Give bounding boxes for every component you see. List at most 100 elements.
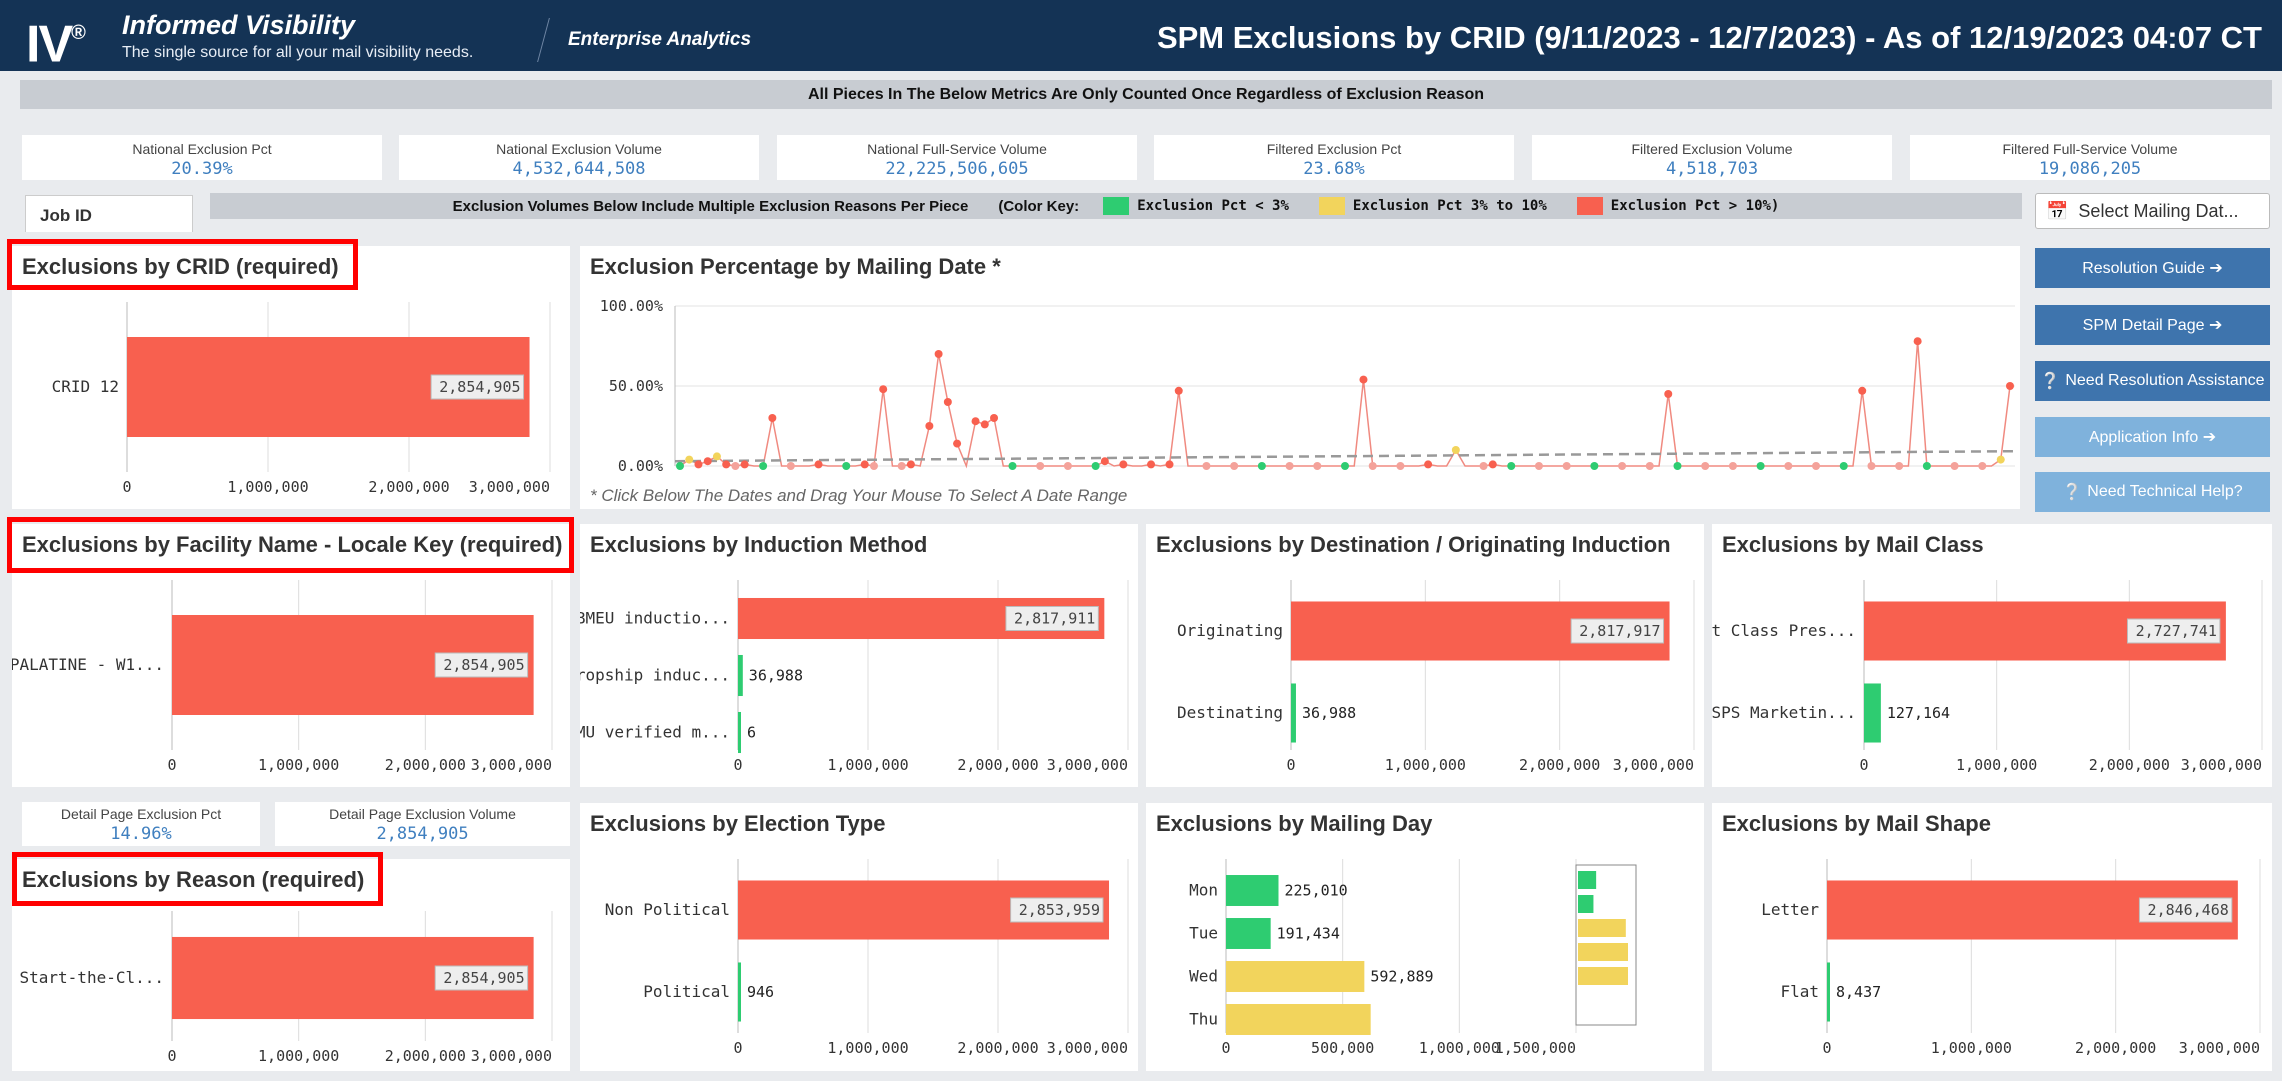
data-point — [740, 460, 749, 469]
category-label: Letter — [1761, 900, 1819, 919]
data-point — [1534, 462, 1543, 470]
series-line — [679, 341, 2011, 469]
overview-bar — [1578, 967, 1628, 985]
x-tick-label: 3,000,000 — [471, 1047, 552, 1065]
data-point — [2006, 382, 2014, 390]
brand-tagline: The single source for all your mail visi… — [122, 44, 474, 61]
x-tick-label: 2,000,000 — [957, 756, 1038, 774]
annotation-highlight — [7, 239, 358, 290]
header-divider — [537, 18, 550, 62]
data-point — [786, 462, 795, 470]
data-point — [1839, 462, 1848, 470]
kpi-filtered-full-service-volume: Filtered Full-Service Volume 19,086,205 — [1910, 135, 2270, 180]
mailing-day-chart[interactable]: 0 500,000 1,000,0001,500,000 Mon 225,010 Tue 1… — [1146, 849, 1704, 1071]
data-label: 2,817,911 — [1014, 610, 1095, 628]
data-point — [1479, 462, 1488, 470]
data-point — [1174, 386, 1183, 395]
data-point — [1590, 462, 1599, 470]
bar — [1864, 683, 1881, 743]
kpi-filtered-exclusion-pct: Filtered Exclusion Pct 23.68% — [1154, 135, 1514, 180]
category-label: Destinating — [1177, 703, 1283, 722]
bar — [1226, 1004, 1371, 1035]
y-tick-label: 50.00% — [609, 377, 663, 395]
data-label: 6 — [747, 724, 756, 742]
data-point — [860, 460, 869, 469]
category-label: Flat — [1780, 982, 1819, 1001]
kpi-filtered-exclusion-volume: Filtered Exclusion Volume 4,518,703 — [1532, 135, 1892, 180]
overview-bar — [1578, 919, 1626, 937]
category-label: Dropship induc... — [580, 666, 730, 685]
data-point — [731, 462, 740, 470]
data-point — [712, 452, 721, 461]
x-tick-label: 0 — [733, 1039, 742, 1057]
calendar-icon: 📅 — [2046, 200, 2069, 221]
destination-chart[interactable]: 0 1,000,000 2,000,000 3,000,000 Originating 2… — [1146, 570, 1704, 787]
x-tick-label: 1,000,000 — [1385, 756, 1466, 774]
data-label: 946 — [747, 983, 774, 1001]
x-tick-label: 1,000,000 — [227, 478, 308, 496]
mail-shape-chart[interactable]: 0 1,000,000 2,000,000 3,000,000 Letter 2,846,… — [1712, 849, 2272, 1071]
x-tick-label: 3,000,000 — [1047, 756, 1128, 774]
data-point — [1784, 462, 1793, 470]
overview-bar — [1578, 943, 1628, 961]
y-tick-label: 0.00% — [618, 457, 663, 475]
x-tick-label: 0 — [167, 756, 176, 774]
mailing-date-chart[interactable]: 0.00% 50.00% 100.00% — [580, 286, 2020, 486]
x-tick-label: 0 — [1286, 756, 1295, 774]
data-point — [1913, 337, 1922, 346]
data-label: 2,817,917 — [1579, 622, 1660, 640]
data-point — [1645, 462, 1654, 470]
data-label: 191,434 — [1277, 925, 1340, 943]
mailing-day-panel: Exclusions by Mailing Day 0 500,000 1,000,… — [1146, 803, 1704, 1071]
kpi-national-exclusion-volume: National Exclusion Volume 4,532,644,508 — [399, 135, 759, 180]
data-point — [869, 462, 878, 470]
application-info-button[interactable]: Application Info ➔ — [2035, 417, 2270, 457]
mailing-day-panel-title: Exclusions by Mailing Day — [1156, 811, 1433, 836]
election-chart[interactable]: 0 1,000,000 2,000,000 3,000,000 Non Politica… — [580, 849, 1138, 1071]
bar — [1226, 961, 1365, 992]
bar — [738, 962, 741, 1022]
election-panel: Exclusions by Election Type 0 1,000,000 2,… — [580, 803, 1138, 1071]
data-point — [1950, 462, 1959, 470]
reason-chart[interactable]: 0 1,000,000 2,000,000 3,000,000 No Start-the… — [12, 903, 570, 1071]
data-point — [943, 398, 952, 406]
date-range-hint: * Click Below The Dates and Drag Your Mo… — [590, 486, 1128, 505]
mail-class-chart[interactable]: 0 1,000,000 2,000,000 3,000,000 First Class … — [1712, 570, 2272, 787]
need-resolution-assistance-button[interactable]: ❔ Need Resolution Assistance — [2035, 361, 2270, 401]
annotation-highlight — [7, 517, 574, 573]
data-point — [1451, 446, 1460, 454]
crid-chart[interactable]: 0 1,000,000 2,000,000 3,000,000 CRID 12 2,854… — [12, 292, 570, 509]
data-point — [1618, 462, 1627, 470]
destination-panel: Exclusions by Destination / Originating … — [1146, 524, 1704, 787]
induction-chart[interactable]: 0 1,000,000 2,000,000 3,000,000 BMEU inducti… — [580, 570, 1138, 787]
spm-detail-page-button[interactable]: SPM Detail Page ➔ — [2035, 305, 2270, 345]
data-label: 592,889 — [1370, 968, 1433, 986]
destination-panel-title: Exclusions by Destination / Originating … — [1156, 532, 1671, 557]
data-label: 2,854,905 — [439, 378, 520, 396]
x-tick-label: 3,000,000 — [1613, 756, 1694, 774]
resolution-guide-button[interactable]: Resolution Guide ➔ — [2035, 248, 2270, 288]
app-header: IV® Informed Visibility The single sourc… — [0, 0, 2282, 71]
need-technical-help-button[interactable]: ❔ Need Technical Help? — [2035, 472, 2270, 512]
job-id-tab[interactable]: Job ID — [25, 195, 193, 232]
x-tick-label: 3,000,000 — [2181, 756, 2262, 774]
data-label: 36,988 — [749, 667, 803, 685]
data-label: 2,846,468 — [2148, 901, 2229, 919]
election-panel-title: Exclusions by Election Type — [590, 811, 886, 836]
select-mailing-date-dropdown[interactable]: 📅 Select Mailing Dat... — [2035, 193, 2270, 229]
x-tick-label: 1,000,000 — [258, 756, 339, 774]
x-tick-label: 1,000,000 — [258, 1047, 339, 1065]
data-point — [1119, 460, 1128, 469]
bar — [738, 654, 743, 697]
category-label: PALATINE - W1... — [12, 655, 164, 674]
x-tick-label: 3,000,000 — [471, 756, 552, 774]
category-label: Originating — [1177, 621, 1283, 640]
data-point — [685, 455, 694, 464]
x-tick-label: 0 — [1221, 1039, 1230, 1057]
facility-chart[interactable]: 0 1,000,000 2,000,000 3,000,000 PALATINE - W… — [12, 570, 570, 787]
help-icon: ❔ — [2040, 373, 2061, 390]
induction-panel-title: Exclusions by Induction Method — [590, 532, 928, 557]
bar — [1827, 962, 1830, 1022]
data-label: 8,437 — [1836, 983, 1881, 1001]
data-point — [676, 462, 684, 470]
